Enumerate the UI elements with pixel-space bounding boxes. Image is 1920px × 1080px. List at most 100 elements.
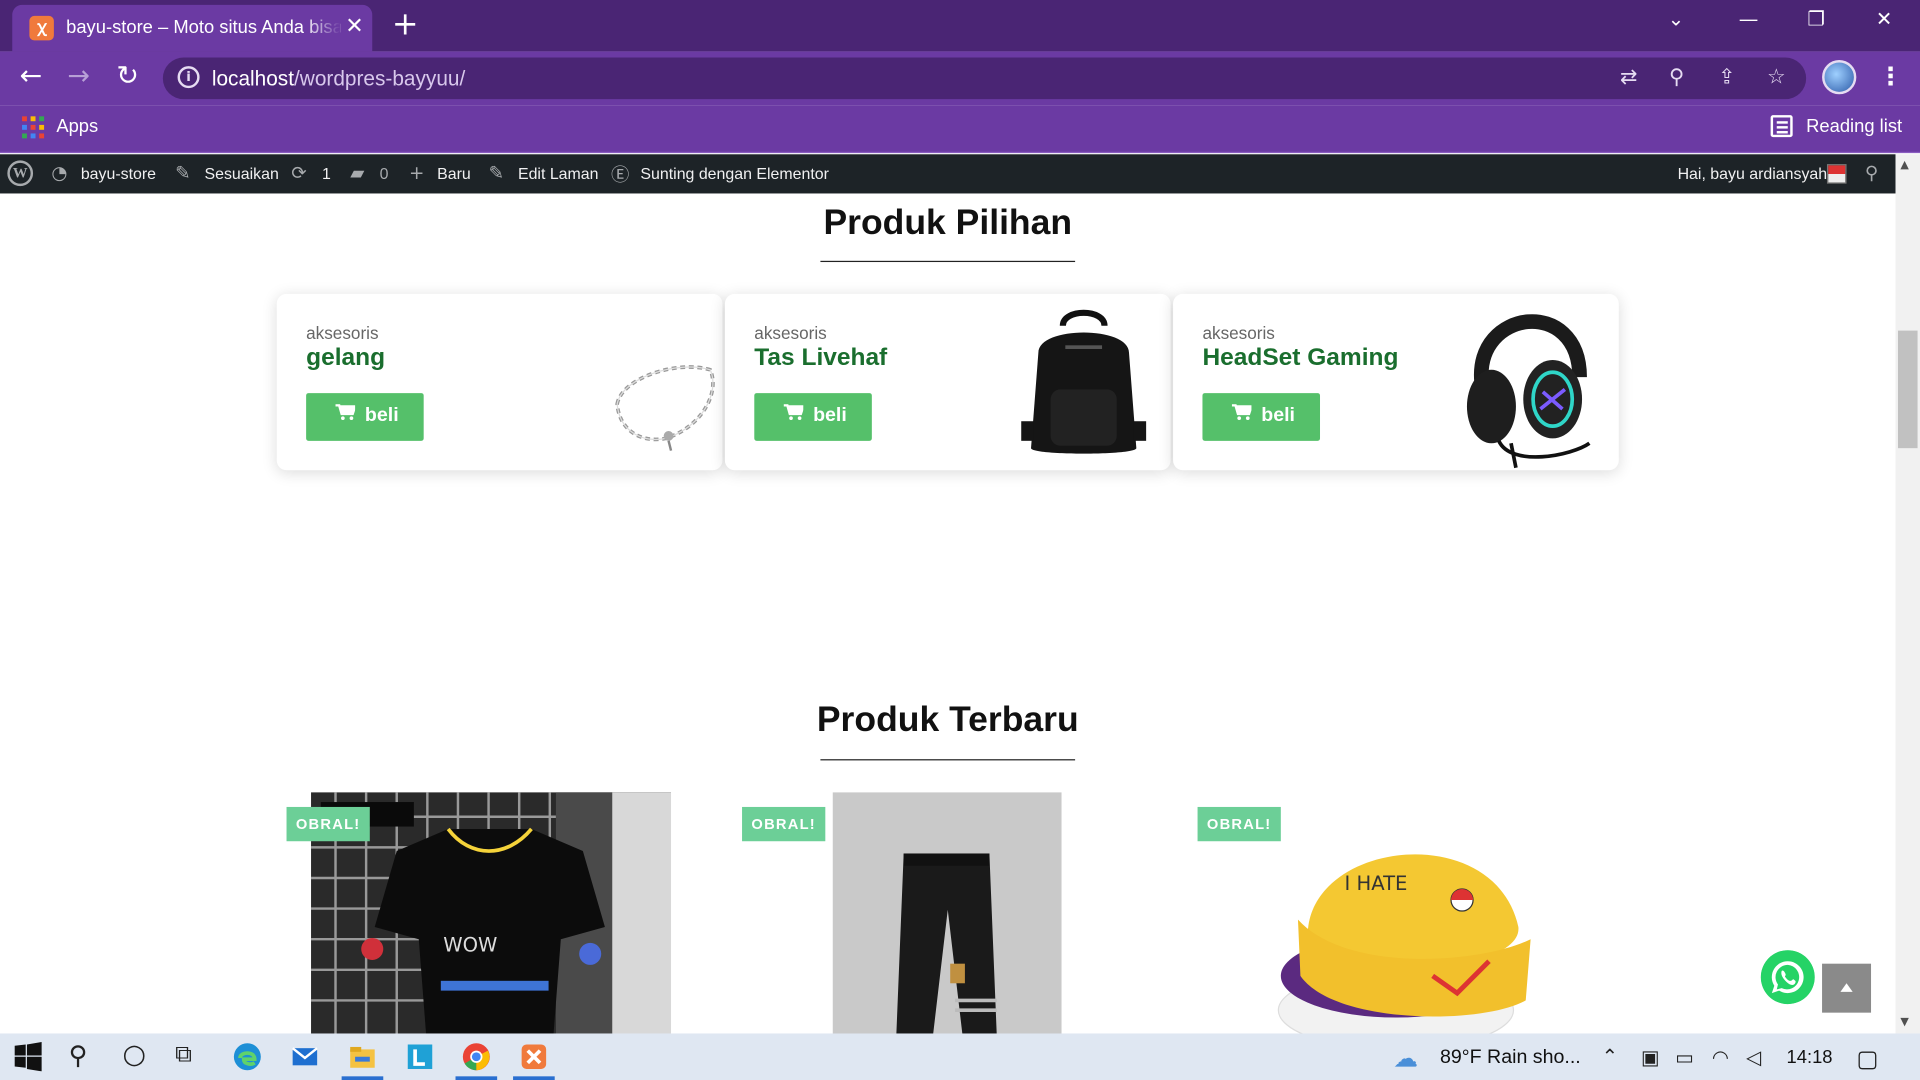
whatsapp-icon[interactable]	[1760, 950, 1815, 1005]
admin-search-icon[interactable]: ⚲	[1865, 162, 1878, 184]
search-icon[interactable]: ⚲	[69, 1041, 88, 1070]
restore-icon[interactable]: ❐	[1807, 7, 1825, 30]
bracelet-image[interactable]	[605, 355, 723, 453]
svg-text:I HATE: I HATE	[1345, 872, 1408, 895]
profile-avatar[interactable]	[1822, 60, 1857, 95]
plus-icon: +	[408, 161, 425, 184]
tab-close-icon[interactable]: ✕	[345, 13, 363, 39]
wp-admin-bar: W ◔ bayu-store ✎ Sesuaikan ⟳ 1 ▰ 0 + Bar…	[0, 154, 1896, 194]
svg-text:WOW: WOW	[443, 933, 497, 956]
featured-title-underline	[820, 260, 1076, 263]
bucket-hat-image[interactable]: I HATE	[1273, 792, 1543, 1035]
notifications-icon[interactable]: ▢	[1856, 1046, 1878, 1073]
bookmarks-bar: Apps Reading list	[0, 105, 1920, 154]
browser-tab[interactable]: ꭓ bayu-store – Moto situs Anda bisa ✕	[12, 4, 373, 52]
card-product-name[interactable]: Tas Livehaf	[754, 344, 887, 372]
share-icon[interactable]: ⇪	[1718, 65, 1735, 89]
bookmark-star-icon[interactable]: ☆	[1767, 65, 1786, 89]
chrome-menu-icon[interactable]: ⋮	[1878, 61, 1902, 90]
admin-site-name[interactable]: bayu-store	[81, 164, 156, 182]
admin-comments-count[interactable]: 0	[380, 164, 389, 182]
latest-title-underline	[820, 759, 1076, 761]
app-l-icon[interactable]	[405, 1042, 434, 1071]
chrome-active-indicator	[455, 1076, 498, 1080]
wifi-icon[interactable]: ◠	[1712, 1046, 1729, 1069]
weather-icon[interactable]: ☁	[1393, 1043, 1417, 1072]
zoom-icon[interactable]: ⚲	[1669, 65, 1684, 89]
admin-new[interactable]: Baru	[437, 164, 471, 182]
reload-icon[interactable]: ↻	[116, 62, 139, 91]
xampp-icon[interactable]	[519, 1042, 548, 1071]
explorer-active-indicator	[341, 1076, 384, 1080]
reading-list-button[interactable]: Reading list	[1806, 116, 1902, 137]
scroll-down-icon[interactable]: ▼	[1900, 1016, 1908, 1028]
cart-icon	[335, 404, 356, 421]
meet-now-icon[interactable]: ▣	[1641, 1046, 1660, 1069]
user-avatar[interactable]	[1826, 164, 1847, 184]
new-tab-icon[interactable]: +	[392, 9, 419, 41]
card-product-name[interactable]: HeadSet Gaming	[1202, 344, 1398, 372]
url-text[interactable]: localhost/wordpres-bayyuu/	[212, 67, 465, 91]
pencil-icon: ✎	[488, 161, 504, 184]
edge-icon[interactable]	[233, 1042, 262, 1071]
backpack-image[interactable]	[1016, 304, 1151, 458]
cortana-icon[interactable]: ○	[122, 1040, 146, 1071]
featured-section-title: Produk Pilihan	[823, 203, 1073, 243]
admin-customize[interactable]: Sesuaikan	[204, 164, 278, 182]
tab-search-chevron-icon[interactable]: ⌄	[1668, 7, 1684, 30]
page-scrollbar[interactable]	[1895, 154, 1920, 1034]
xampp-favicon-icon: ꭓ	[29, 15, 54, 41]
browser-toolbar: ← → ↻ i localhost/wordpres-bayyuu/ ⇄ ⚲ ⇪…	[0, 51, 1920, 106]
sale-badge: OBRAL!	[1197, 806, 1281, 842]
minimize-icon[interactable]: —	[1739, 7, 1759, 30]
back-to-top-button[interactable]	[1822, 963, 1872, 1013]
reading-list-icon[interactable]	[1770, 115, 1793, 138]
weather-text[interactable]: 89°F Rain sho...	[1440, 1047, 1581, 1069]
product-card-headset: aksesoris HeadSet Gaming beli	[1173, 293, 1619, 471]
chrome-icon[interactable]	[462, 1042, 491, 1071]
elementor-icon: Ⓔ	[611, 164, 630, 187]
card-category: aksesoris	[306, 323, 379, 343]
back-icon[interactable]: ←	[20, 62, 43, 91]
volume-icon[interactable]: ◁	[1746, 1046, 1761, 1069]
cargo-pants-image[interactable]	[832, 792, 1062, 1035]
file-explorer-icon[interactable]	[348, 1042, 377, 1071]
address-bar[interactable]: i localhost/wordpres-bayyuu/ ⇄ ⚲ ⇪ ☆	[162, 57, 1807, 100]
headset-image[interactable]	[1462, 296, 1597, 470]
task-view-icon[interactable]: ⧉	[175, 1041, 192, 1068]
buy-button[interactable]: beli	[754, 393, 872, 441]
apps-grid-icon[interactable]	[22, 116, 45, 139]
close-window-icon[interactable]: ✕	[1876, 7, 1892, 30]
comments-icon: ▰	[350, 161, 365, 184]
tab-strip: ꭓ bayu-store – Moto situs Anda bisa ✕ + …	[0, 0, 1920, 52]
latest-section-title: Produk Terbaru	[816, 700, 1079, 740]
admin-edit-page[interactable]: Edit Laman	[518, 164, 599, 182]
mail-icon[interactable]	[290, 1042, 319, 1071]
admin-elementor[interactable]: Sunting dengan Elementor	[640, 164, 829, 182]
tray-chevron-icon[interactable]: ⌃	[1602, 1044, 1618, 1067]
sale-badge: OBRAL!	[742, 806, 826, 842]
windows-start-icon[interactable]	[13, 1042, 42, 1072]
admin-greeting[interactable]: Hai, bayu ardiansyah	[1678, 164, 1828, 182]
forward-icon[interactable]: →	[67, 62, 90, 91]
dashboard-icon: ◔	[51, 161, 68, 184]
product-card-tas: aksesoris Tas Livehaf beli	[724, 293, 1171, 471]
scrollbar-thumb[interactable]	[1897, 330, 1918, 449]
site-info-icon[interactable]: i	[177, 66, 200, 89]
clock[interactable]: 14:18	[1787, 1047, 1833, 1068]
translate-icon[interactable]: ⇄	[1620, 65, 1637, 89]
cart-icon	[1231, 404, 1252, 421]
bookmark-apps[interactable]: Apps	[56, 116, 98, 137]
wordpress-logo-icon[interactable]: W	[7, 160, 34, 187]
scroll-up-icon[interactable]: ▲	[1900, 159, 1908, 171]
windows-taskbar: ⚲ ○ ⧉ ☁ 89°F Rain sho... ⌃ ▣ ▭ ◠ ◁ 14:18…	[0, 1033, 1920, 1080]
xampp-active-indicator	[513, 1076, 555, 1080]
cart-icon	[783, 404, 804, 421]
battery-icon[interactable]: ▭	[1675, 1046, 1694, 1069]
customize-brush-icon: ✎	[175, 161, 191, 184]
admin-updates-count[interactable]: 1	[322, 164, 331, 182]
buy-button[interactable]: beli	[306, 393, 424, 441]
tab-title: bayu-store – Moto situs Anda bisa	[66, 17, 341, 38]
buy-button[interactable]: beli	[1202, 393, 1321, 441]
card-product-name[interactable]: gelang	[306, 344, 385, 372]
